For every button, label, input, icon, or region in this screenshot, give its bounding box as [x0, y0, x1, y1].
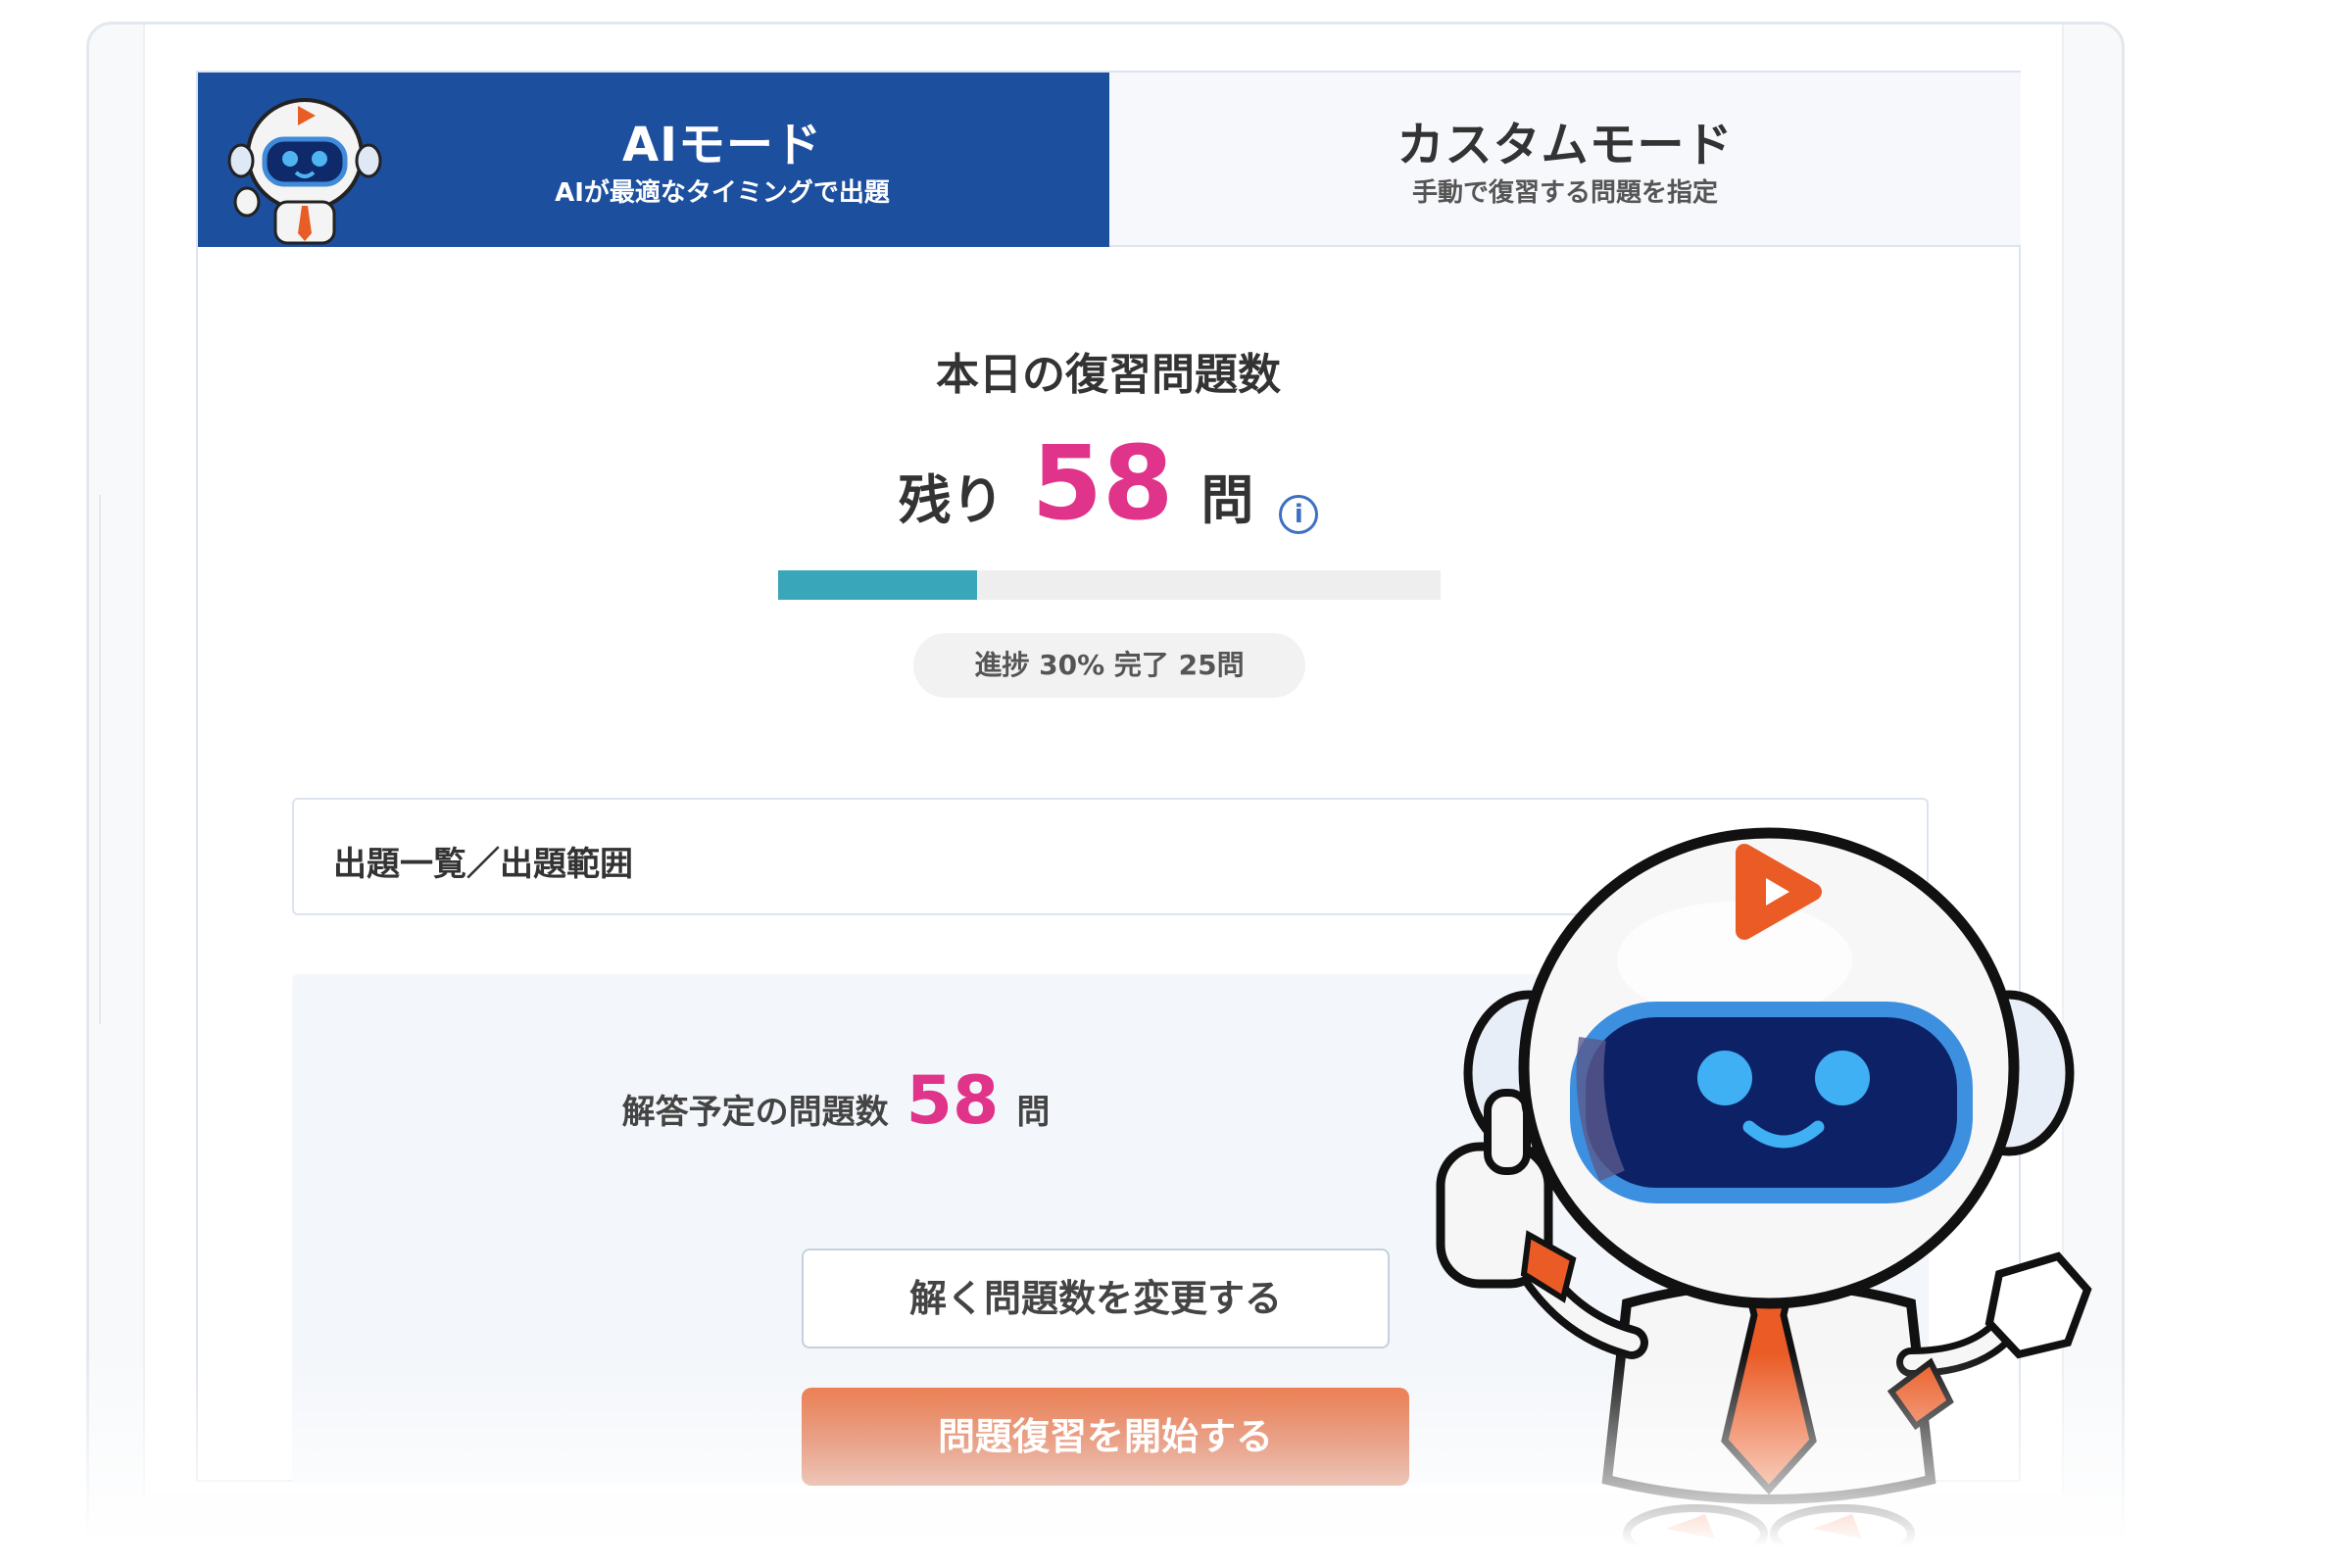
planned-count-row: 解答予定の問題数 58 問 [292, 1062, 1380, 1140]
remaining-count-row: 残り 58 問 i [198, 423, 2019, 543]
tab-ai-title: AIモード [621, 118, 822, 172]
remaining-count: 58 [1031, 423, 1174, 543]
change-question-count-button[interactable]: 解く問題数を変更する [802, 1249, 1390, 1348]
tab-ai-mode[interactable]: AIモード AIが最適なタイミングで出題 [198, 73, 1109, 247]
remaining-unit: 問 [1200, 469, 1254, 531]
tab-custom-title: カスタムモード [1396, 118, 1734, 172]
planned-count: 58 [906, 1062, 1000, 1140]
tab-ai-subtitle: AIが最適なタイミングで出題 [555, 178, 890, 208]
start-review-button[interactable]: 問題復習を開始する [802, 1388, 1409, 1486]
info-icon[interactable]: i [1279, 494, 1319, 534]
robot-mascot-icon [1436, 827, 2092, 1563]
progress-bar [778, 570, 1441, 600]
planned-unit: 問 [1016, 1093, 1051, 1132]
question-range-label: 出題一覧／出題範囲 [333, 845, 633, 884]
planned-label: 解答予定の問題数 [621, 1093, 889, 1132]
remaining-prefix: 残り [898, 469, 1004, 531]
tablet-edge [99, 495, 107, 1024]
tab-custom-subtitle: 手動で復習する問題を指定 [1411, 178, 1718, 208]
today-review-heading: 本日の復習問題数 [936, 350, 1281, 400]
progress-summary: 進捗 30% 完了 25問 [913, 633, 1305, 698]
progress-bar-fill [778, 570, 977, 600]
tab-custom-mode[interactable]: カスタムモード 手動で復習する問題を指定 [1109, 73, 2021, 247]
